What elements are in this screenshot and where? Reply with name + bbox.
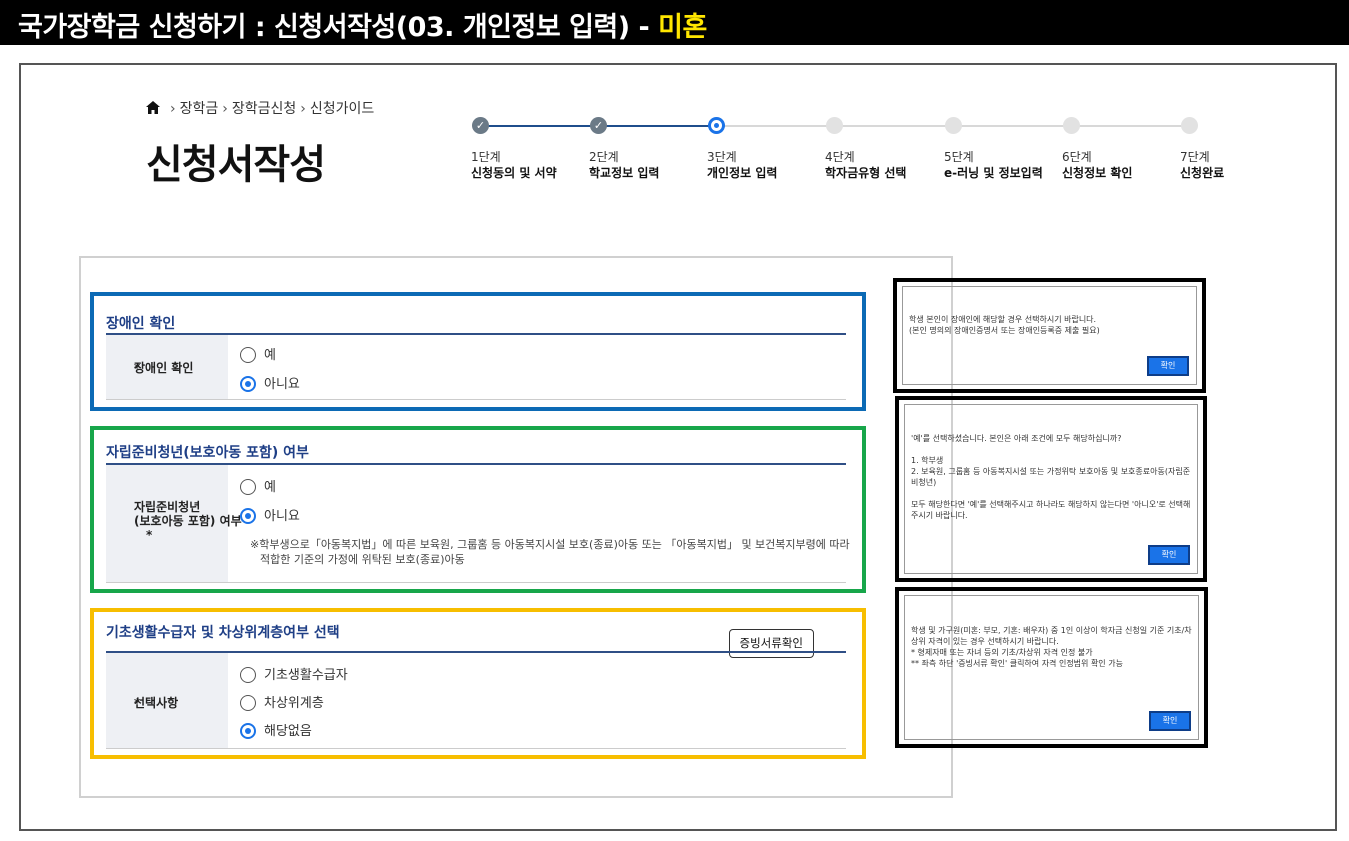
- step-number: 6단계: [1062, 150, 1092, 164]
- section-title: 기초생활수급자 및 차상위계층여부 선택: [106, 625, 340, 641]
- step-label: 학자금유형 선택: [825, 166, 907, 180]
- step-number: 4단계: [825, 150, 855, 164]
- proof-documents-button[interactable]: 증빙서류확인: [728, 629, 814, 658]
- step-number: 7단계: [1180, 150, 1210, 164]
- home-icon[interactable]: [146, 101, 160, 114]
- radio-selected[interactable]: [240, 723, 256, 739]
- section-title: 장애인 확인: [106, 316, 176, 332]
- pending-step-icon: [945, 117, 962, 134]
- basic-living-option-near-poverty[interactable]: 차상위계층: [240, 692, 324, 711]
- confirm-button[interactable]: 확인: [1147, 356, 1189, 376]
- chevron-right-icon: ›: [300, 101, 306, 117]
- radio-selected[interactable]: [240, 376, 256, 392]
- row-divider: [228, 582, 846, 583]
- current-step-icon: [708, 117, 725, 134]
- step-label: 신청동의 및 서약: [471, 166, 557, 180]
- header-title: 국가장학금 신청하기 : 신청서작성(03. 개인정보 입력) - 미혼: [18, 5, 707, 44]
- info-text: 학생 본인이 장애인에 해당할 경우 선택하시기 바랍니다. (본인 명의의 장…: [909, 315, 1100, 335]
- step-number: 2단계: [589, 150, 619, 164]
- disability-option-yes[interactable]: 예: [240, 344, 276, 363]
- disability-section: 장애인 확인 장애인 확인 * 예 아니요: [90, 292, 866, 411]
- row-divider: [228, 748, 846, 749]
- field-label-cell: 자립준비청년 (보호아동 포함) 여부 *: [106, 465, 242, 583]
- pending-step-icon: [1181, 117, 1198, 134]
- step-label: 학교정보 입력: [589, 166, 660, 180]
- step-label: 신청정보 확인: [1062, 166, 1133, 180]
- radio-unselected[interactable]: [240, 479, 256, 495]
- info-text: 학생 및 가구원(미혼: 부모, 기혼: 배우자) 중 1인 이상이 학자금 신…: [911, 626, 1192, 668]
- breadcrumb-item[interactable]: 장학금: [180, 101, 219, 117]
- radio-selected[interactable]: [240, 508, 256, 524]
- youth-option-no[interactable]: 아니요: [240, 505, 300, 524]
- disability-option-no[interactable]: 아니요: [240, 373, 300, 392]
- row-divider: [228, 399, 846, 400]
- section-title: 자립준비청년(보호아동 포함) 여부: [106, 445, 309, 461]
- basic-living-info-box: 학생 및 가구원(미혼: 부모, 기혼: 배우자) 중 1인 이상이 학자금 신…: [895, 587, 1208, 748]
- info-text: '예'를 선택하셨습니다. 본인은 아래 조건에 모두 해당하십니까? 1. 학…: [911, 434, 1191, 520]
- breadcrumb-item[interactable]: 장학금신청: [232, 101, 296, 117]
- check-icon: ✓: [590, 117, 607, 134]
- radio-unselected[interactable]: [240, 347, 256, 363]
- header-bar: 국가장학금 신청하기 : 신청서작성(03. 개인정보 입력) - 미혼: [0, 0, 1349, 45]
- chevron-right-icon: ›: [170, 101, 176, 117]
- step-label: 개인정보 입력: [707, 166, 778, 180]
- disability-info-box: 학생 본인이 장애인에 해당할 경우 선택하시기 바랍니다. (본인 명의의 장…: [893, 278, 1206, 393]
- youth-option-yes[interactable]: 예: [240, 476, 276, 495]
- basic-living-option-recipient[interactable]: 기초생활수급자: [240, 664, 348, 683]
- check-icon: ✓: [472, 117, 489, 134]
- field-label-cell: 선택사항 *: [106, 653, 228, 749]
- header-title-main: 국가장학금 신청하기 : 신청서작성(03. 개인정보 입력) -: [18, 12, 659, 43]
- pending-step-icon: [826, 117, 843, 134]
- radio-unselected[interactable]: [240, 667, 256, 683]
- info-box-inner: 학생 본인이 장애인에 해당할 경우 선택하시기 바랍니다. (본인 명의의 장…: [902, 286, 1197, 385]
- youth-note: ※학부생으로「아동복지법」에 따른 보육원, 그룹홈 등 아동복지시설 보호(종…: [250, 538, 850, 566]
- step-number: 5단계: [944, 150, 974, 164]
- info-box-inner: 학생 및 가구원(미혼: 부모, 기혼: 배우자) 중 1인 이상이 학자금 신…: [904, 595, 1199, 740]
- youth-info-box: '예'를 선택하셨습니다. 본인은 아래 조건에 모두 해당하십니까? 1. 학…: [895, 396, 1207, 582]
- pending-step-icon: [1063, 117, 1080, 134]
- page-title: 신청서작성: [146, 142, 326, 188]
- step-number: 3단계: [707, 150, 737, 164]
- step-number: 1단계: [471, 150, 501, 164]
- info-box-inner: '예'를 선택하셨습니다. 본인은 아래 조건에 모두 해당하십니까? 1. 학…: [904, 404, 1198, 574]
- youth-section: 자립준비청년(보호아동 포함) 여부 자립준비청년 (보호아동 포함) 여부 * 예…: [90, 426, 866, 593]
- breadcrumb-item[interactable]: 신청가이드: [310, 101, 374, 117]
- field-label-cell: 장애인 확인 *: [106, 335, 228, 400]
- chevron-right-icon: ›: [222, 101, 228, 117]
- step-label: 신청완료: [1180, 166, 1225, 180]
- radio-unselected[interactable]: [240, 695, 256, 711]
- confirm-button[interactable]: 확인: [1149, 711, 1191, 731]
- header-title-accent: 미혼: [658, 12, 707, 43]
- breadcrumb: › 장학금 › 장학금신청 › 신청가이드: [146, 98, 374, 118]
- basic-living-section: 기초생활수급자 및 차상위계층여부 선택 증빙서류확인 선택사항 * 기초생활수…: [90, 608, 866, 759]
- step-label: e-러닝 및 정보입력: [944, 166, 1043, 180]
- basic-living-option-none[interactable]: 해당없음: [240, 720, 312, 739]
- confirm-button[interactable]: 확인: [1148, 545, 1190, 565]
